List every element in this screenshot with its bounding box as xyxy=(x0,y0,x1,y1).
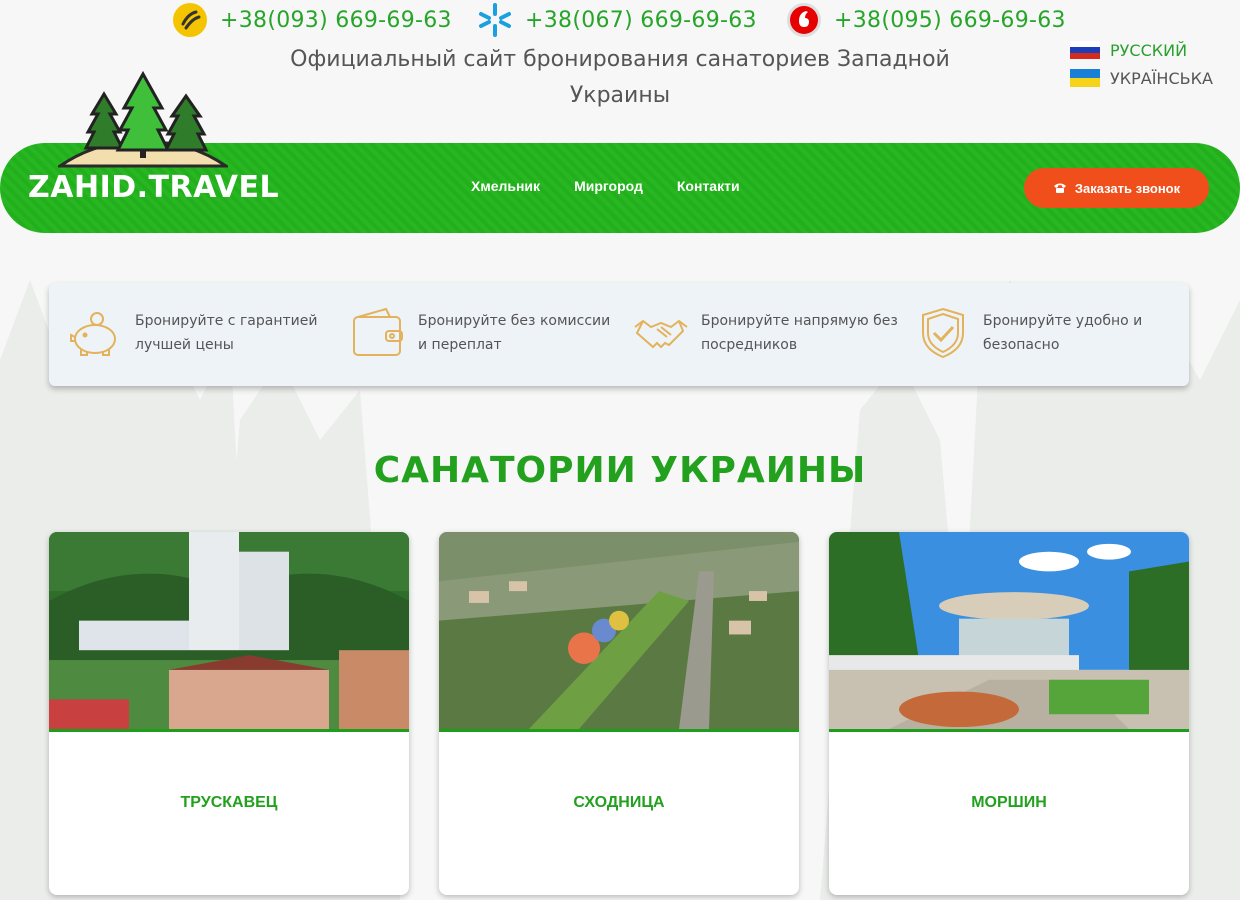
nav-link-khmelnyk[interactable]: Хмельник xyxy=(471,178,540,194)
nav-link-myrhorod[interactable]: Миргород xyxy=(574,178,643,194)
phone-list: +38(093) 669-69-63 +38(067) 669-69-63 +3… xyxy=(0,0,1240,40)
phone-vodafone[interactable]: +38(095) 669-69-63 xyxy=(786,2,1066,38)
section-title: САНАТОРИИ УКРАИНЫ xyxy=(373,450,867,491)
feature-best-price: Бронируйте с гарантией лучшей цены xyxy=(67,305,335,361)
logo-text[interactable]: ZAHID.TRAVEL xyxy=(28,170,279,205)
resort-card-skhodnytsia[interactable]: СХОДНИЦА xyxy=(439,532,799,895)
logo-trees-icon[interactable] xyxy=(58,70,228,170)
phone-icon xyxy=(1053,183,1066,193)
wallet-icon xyxy=(353,307,403,356)
phone-number[interactable]: +38(093) 669-69-63 xyxy=(220,8,452,33)
lifecell-icon xyxy=(173,3,207,37)
handshake-icon xyxy=(634,319,688,349)
resort-card-truskavets[interactable]: ТРУСКАВЕЦ xyxy=(49,532,409,895)
piggy-bank-icon xyxy=(70,312,116,356)
lang-label[interactable]: РУССКИЙ xyxy=(1110,41,1187,60)
resort-name[interactable]: ТРУСКАВЕЦ xyxy=(49,794,409,812)
feature-text: Бронируйте с гарантией лучшей цены xyxy=(135,313,318,353)
phone-lifecell[interactable]: +38(093) 669-69-63 xyxy=(172,2,452,38)
feature-direct: Бронируйте напрямую без посредников xyxy=(633,305,901,361)
resort-photo xyxy=(49,532,409,732)
lang-ukrainian[interactable]: УКРАЇНСЬКА xyxy=(1070,64,1213,92)
phone-number[interactable]: +38(067) 669-69-63 xyxy=(525,8,757,33)
nav-link-contacts[interactable]: Контакти xyxy=(677,178,740,194)
phone-number[interactable]: +38(095) 669-69-63 xyxy=(834,8,1066,33)
shield-check-icon xyxy=(922,307,964,359)
language-switcher: РУССКИЙ УКРАЇНСЬКА xyxy=(1070,36,1213,92)
vodafone-icon xyxy=(787,3,821,37)
kyivstar-icon xyxy=(479,3,511,37)
feature-text: Бронируйте удобно и безопасно xyxy=(983,313,1143,353)
resort-name[interactable]: МОРШИН xyxy=(829,794,1189,812)
nav-links: Хмельник Миргород Контакти xyxy=(471,178,740,194)
phone-kyivstar[interactable]: +38(067) 669-69-63 xyxy=(477,2,757,38)
feature-text: Бронируйте напрямую без посредников xyxy=(701,313,898,353)
resort-photo xyxy=(439,532,799,732)
resort-card-morshyn[interactable]: МОРШИН xyxy=(829,532,1189,895)
feature-safe: Бронируйте удобно и безопасно xyxy=(915,305,1183,361)
lang-russian[interactable]: РУССКИЙ xyxy=(1070,36,1213,64)
feature-no-commission: Бронируйте без комиссии и переплат xyxy=(350,305,618,361)
resort-name[interactable]: СХОДНИЦА xyxy=(439,794,799,812)
site-tagline: Официальный сайт бронирования санаториев… xyxy=(290,47,950,108)
features-box: Бронируйте с гарантией лучшей цены Брони… xyxy=(49,283,1189,386)
russia-flag-icon xyxy=(1070,41,1100,59)
order-call-label: Заказать звонок xyxy=(1074,180,1181,196)
resort-photo xyxy=(829,532,1189,732)
ukraine-flag-icon xyxy=(1070,69,1100,87)
order-call-button[interactable]: Заказать звонок xyxy=(1024,168,1209,208)
feature-text: Бронируйте без комиссии и переплат xyxy=(418,313,611,353)
lang-label[interactable]: УКРАЇНСЬКА xyxy=(1110,69,1213,88)
